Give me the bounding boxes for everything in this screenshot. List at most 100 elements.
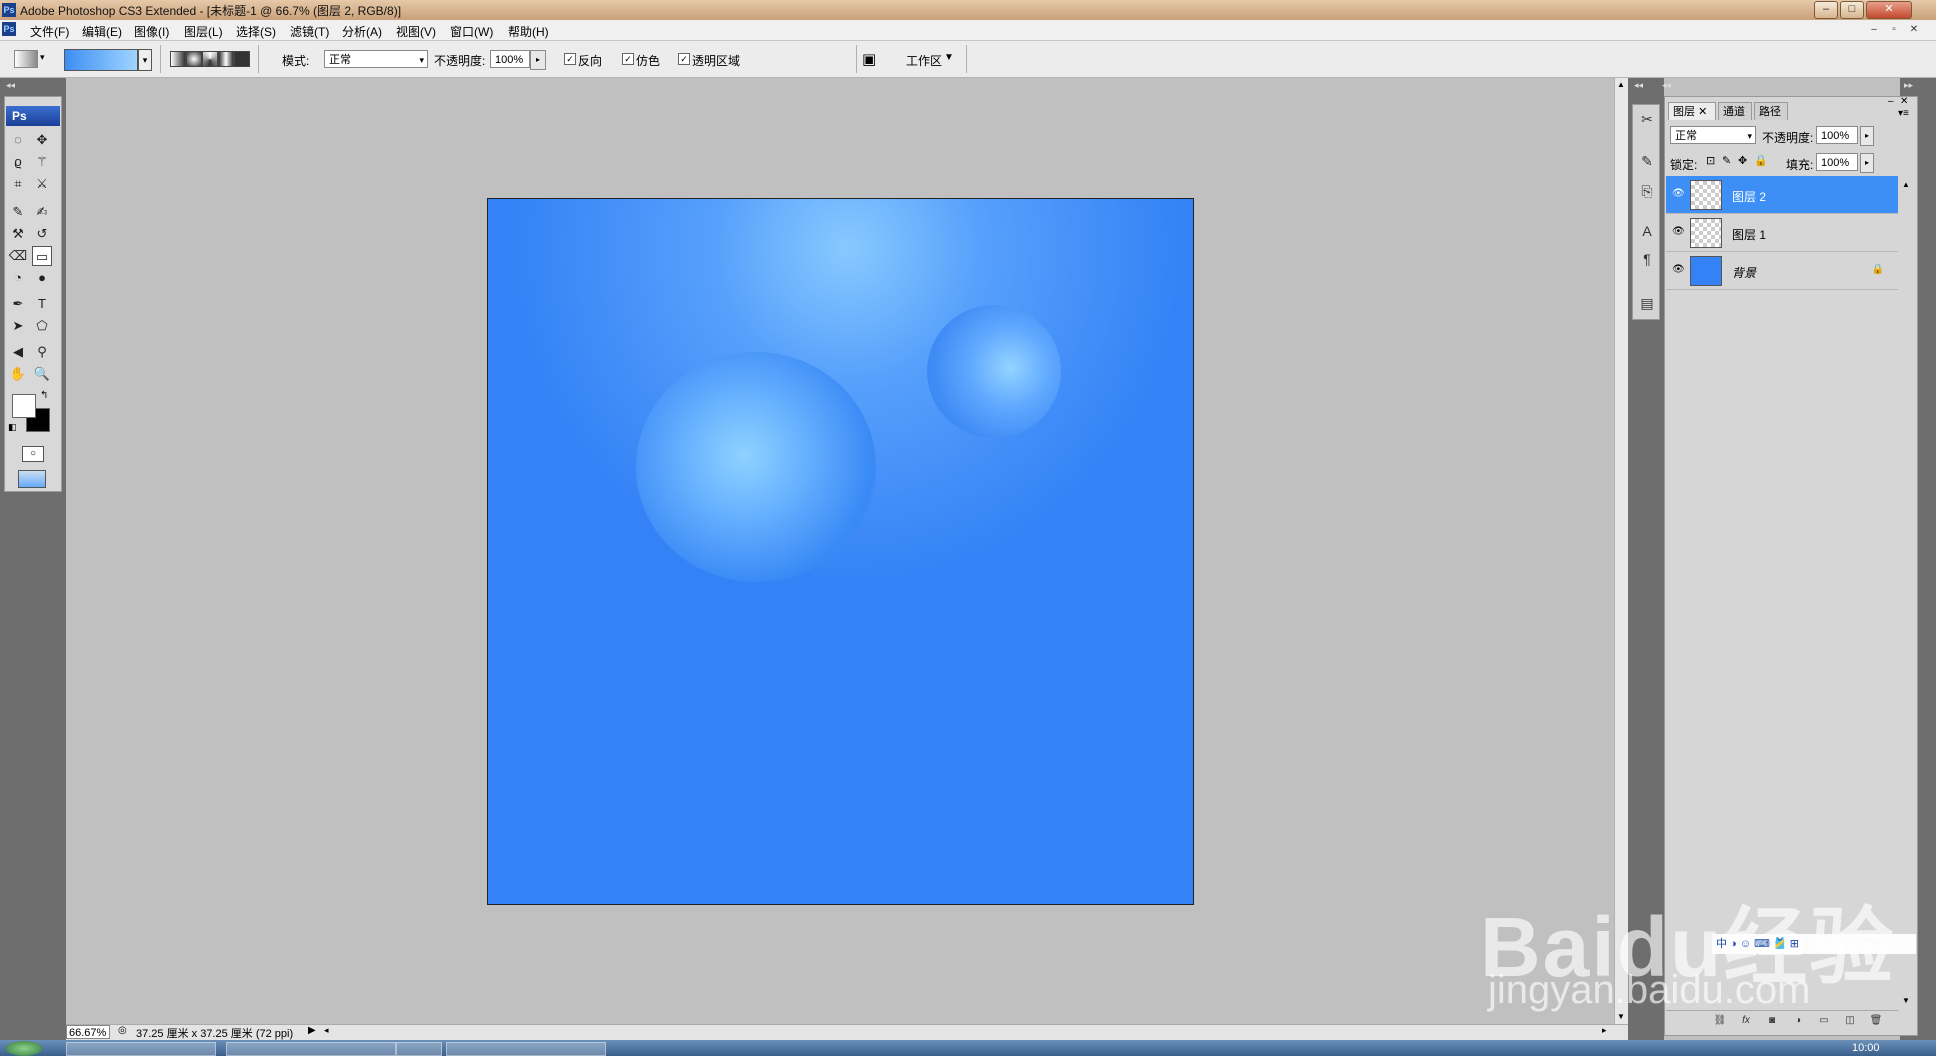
brushes-icon[interactable]: ✎ [1636, 150, 1658, 172]
menu-window[interactable]: 窗口(W) [450, 23, 493, 40]
menu-edit[interactable]: 编辑(E) [82, 23, 122, 40]
palette-well-icon[interactable]: ▣ [862, 50, 876, 68]
slice-tool-icon[interactable]: ⚔ [32, 174, 52, 194]
close-icon[interactable]: ✕ [1698, 106, 1707, 118]
mode-select[interactable]: 正常 ▾ [324, 50, 428, 68]
menu-file[interactable]: 文件(F) [30, 23, 69, 40]
scroll-down-icon[interactable]: ▼ [1617, 1012, 1625, 1021]
reverse-checkbox[interactable]: ✓ [564, 53, 576, 65]
healing-brush-icon[interactable]: ✎ [8, 202, 28, 222]
history-brush-icon[interactable]: ↺ [32, 224, 52, 244]
quick-mask-icon[interactable]: ○ [22, 446, 44, 462]
ps-menu-icon[interactable]: Ps [2, 22, 16, 36]
shape-tool-icon[interactable]: ⬠ [32, 316, 52, 336]
blend-mode-select[interactable]: 正常 ▾ [1670, 126, 1756, 144]
scroll-up-icon[interactable]: ▲ [1902, 180, 1910, 189]
close-button[interactable]: ✕ [1866, 1, 1912, 19]
collapse-arrows-icon[interactable]: ◂◂ [6, 80, 15, 91]
crop-tool-icon[interactable]: ⌗ [8, 174, 28, 194]
gradient-tool-icon[interactable]: ▭ [32, 246, 52, 266]
foreground-color-swatch[interactable] [12, 394, 36, 418]
opacity-slider-arrow-icon[interactable]: ▸ [530, 50, 546, 70]
menu-layer[interactable]: 图层(L) [184, 23, 223, 40]
collapse-arrows-icon[interactable]: ◂◂ [1634, 80, 1643, 91]
linear-gradient-icon[interactable] [170, 51, 186, 67]
tab-paths[interactable]: 路径 [1754, 102, 1788, 120]
fill-input[interactable]: 100% [1816, 153, 1858, 171]
character-icon[interactable]: A [1636, 220, 1658, 242]
panel-minimize-icon[interactable]: – [1888, 96, 1894, 107]
audio-annotation-icon[interactable]: ◀ [8, 342, 28, 362]
gradient-dropdown-icon[interactable]: ▾ [138, 49, 152, 71]
zoom-tool-icon[interactable]: 🔍 [32, 364, 52, 384]
visibility-eye-icon[interactable]: 👁 [1672, 188, 1685, 200]
ps-logo[interactable]: Ps [6, 106, 60, 126]
taskbar-item[interactable] [446, 1042, 606, 1056]
menu-select[interactable]: 选择(S) [236, 23, 276, 40]
layer-style-fx-icon[interactable]: fx [1738, 1014, 1754, 1028]
clone-stamp-icon[interactable]: ⚒ [8, 224, 28, 244]
marquee-tool-icon[interactable]: ◌ [8, 130, 28, 150]
clone-source-icon[interactable]: ⎘ [1636, 180, 1658, 202]
default-colors-icon[interactable]: ◧ [8, 422, 17, 433]
gradient-picker[interactable] [64, 49, 138, 71]
dodge-tool-icon[interactable]: ● [32, 268, 52, 288]
maximize-button[interactable]: □ [1840, 1, 1864, 19]
new-group-icon[interactable]: ▭ [1816, 1014, 1832, 1028]
menu-analysis[interactable]: 分析(A) [342, 23, 382, 40]
tool-presets-icon[interactable]: ✂ [1636, 108, 1658, 130]
dither-checkbox[interactable]: ✓ [622, 53, 634, 65]
doc-close-button[interactable]: ✕ [1906, 23, 1922, 37]
minimize-button[interactable]: – [1814, 1, 1838, 19]
screen-mode-icon[interactable] [18, 470, 46, 488]
hand-tool-icon[interactable]: ✋ [8, 364, 28, 384]
angle-gradient-icon[interactable] [202, 51, 218, 67]
doc-minimize-button[interactable]: – [1866, 23, 1882, 37]
ime-toolbar[interactable]: 中 ◑ ☺ ⌨ 🎽 ⊞ [1712, 934, 1916, 954]
reflected-gradient-icon[interactable] [218, 51, 234, 67]
eraser-tool-icon[interactable]: ⌫ [8, 246, 28, 266]
lock-transparent-icon[interactable]: ⊡ [1706, 154, 1715, 167]
layer-row[interactable]: 👁 图层 2 [1666, 176, 1898, 214]
link-layers-icon[interactable]: ⛓ [1712, 1014, 1728, 1028]
tool-preset-picker[interactable] [14, 50, 38, 68]
doc-restore-button[interactable]: ▫ [1886, 23, 1902, 37]
type-tool-icon[interactable]: T [32, 294, 52, 314]
new-layer-icon[interactable]: ◫ [1842, 1014, 1858, 1028]
swap-colors-icon[interactable]: ↰ [40, 390, 48, 401]
panel-menu-icon[interactable]: ▾≡ [1898, 108, 1909, 119]
brush-tool-icon[interactable]: ✍ [32, 202, 52, 222]
collapse-arrows-icon[interactable]: ◂◂ [1662, 80, 1671, 91]
diamond-gradient-icon[interactable] [234, 51, 250, 67]
expand-arrows-icon[interactable]: ▸▸ [1904, 80, 1913, 91]
visibility-eye-icon[interactable]: 👁 [1672, 264, 1685, 276]
scroll-left-icon[interactable]: ◂ [324, 1025, 329, 1036]
delete-layer-icon[interactable]: 🗑 [1868, 1014, 1884, 1028]
move-tool-icon[interactable]: ✥ [32, 130, 52, 150]
taskbar-item[interactable] [66, 1042, 216, 1056]
tab-layers[interactable]: 图层 ✕ [1668, 102, 1716, 120]
tab-channels[interactable]: 通道 [1718, 102, 1752, 120]
panel-close-icon[interactable]: ✕ [1900, 96, 1908, 107]
eyedropper-icon[interactable]: ⚲ [32, 342, 52, 362]
menu-filter[interactable]: 滤镜(T) [290, 23, 329, 40]
start-button-icon[interactable] [6, 1041, 42, 1056]
scroll-down-icon[interactable]: ▼ [1902, 996, 1910, 1005]
scroll-up-icon[interactable]: ▲ [1617, 80, 1625, 89]
photoshop-app-icon[interactable]: Ps [2, 3, 16, 17]
blur-tool-icon[interactable]: ◔ [8, 268, 28, 288]
zoom-input[interactable]: 66.67% [66, 1025, 110, 1039]
path-selection-icon[interactable]: ➤ [8, 316, 28, 336]
adjustment-layer-icon[interactable]: ◑ [1790, 1014, 1806, 1028]
magic-wand-icon[interactable]: ⚚ [32, 152, 52, 172]
taskbar-item[interactable] [396, 1042, 442, 1056]
fill-slider-arrow-icon[interactable]: ▸ [1860, 153, 1874, 173]
radial-gradient-icon[interactable] [186, 51, 202, 67]
chevron-down-icon[interactable]: ▼ [944, 52, 954, 63]
lasso-tool-icon[interactable]: ϱ [8, 152, 28, 172]
layer-comps-icon[interactable]: ▤ [1636, 292, 1658, 314]
workspace-menu[interactable]: 工作区 [906, 52, 942, 69]
paragraph-icon[interactable]: ¶ [1636, 248, 1658, 270]
transparency-checkbox[interactable]: ✓ [678, 53, 690, 65]
opacity-slider-arrow-icon[interactable]: ▸ [1860, 126, 1874, 146]
